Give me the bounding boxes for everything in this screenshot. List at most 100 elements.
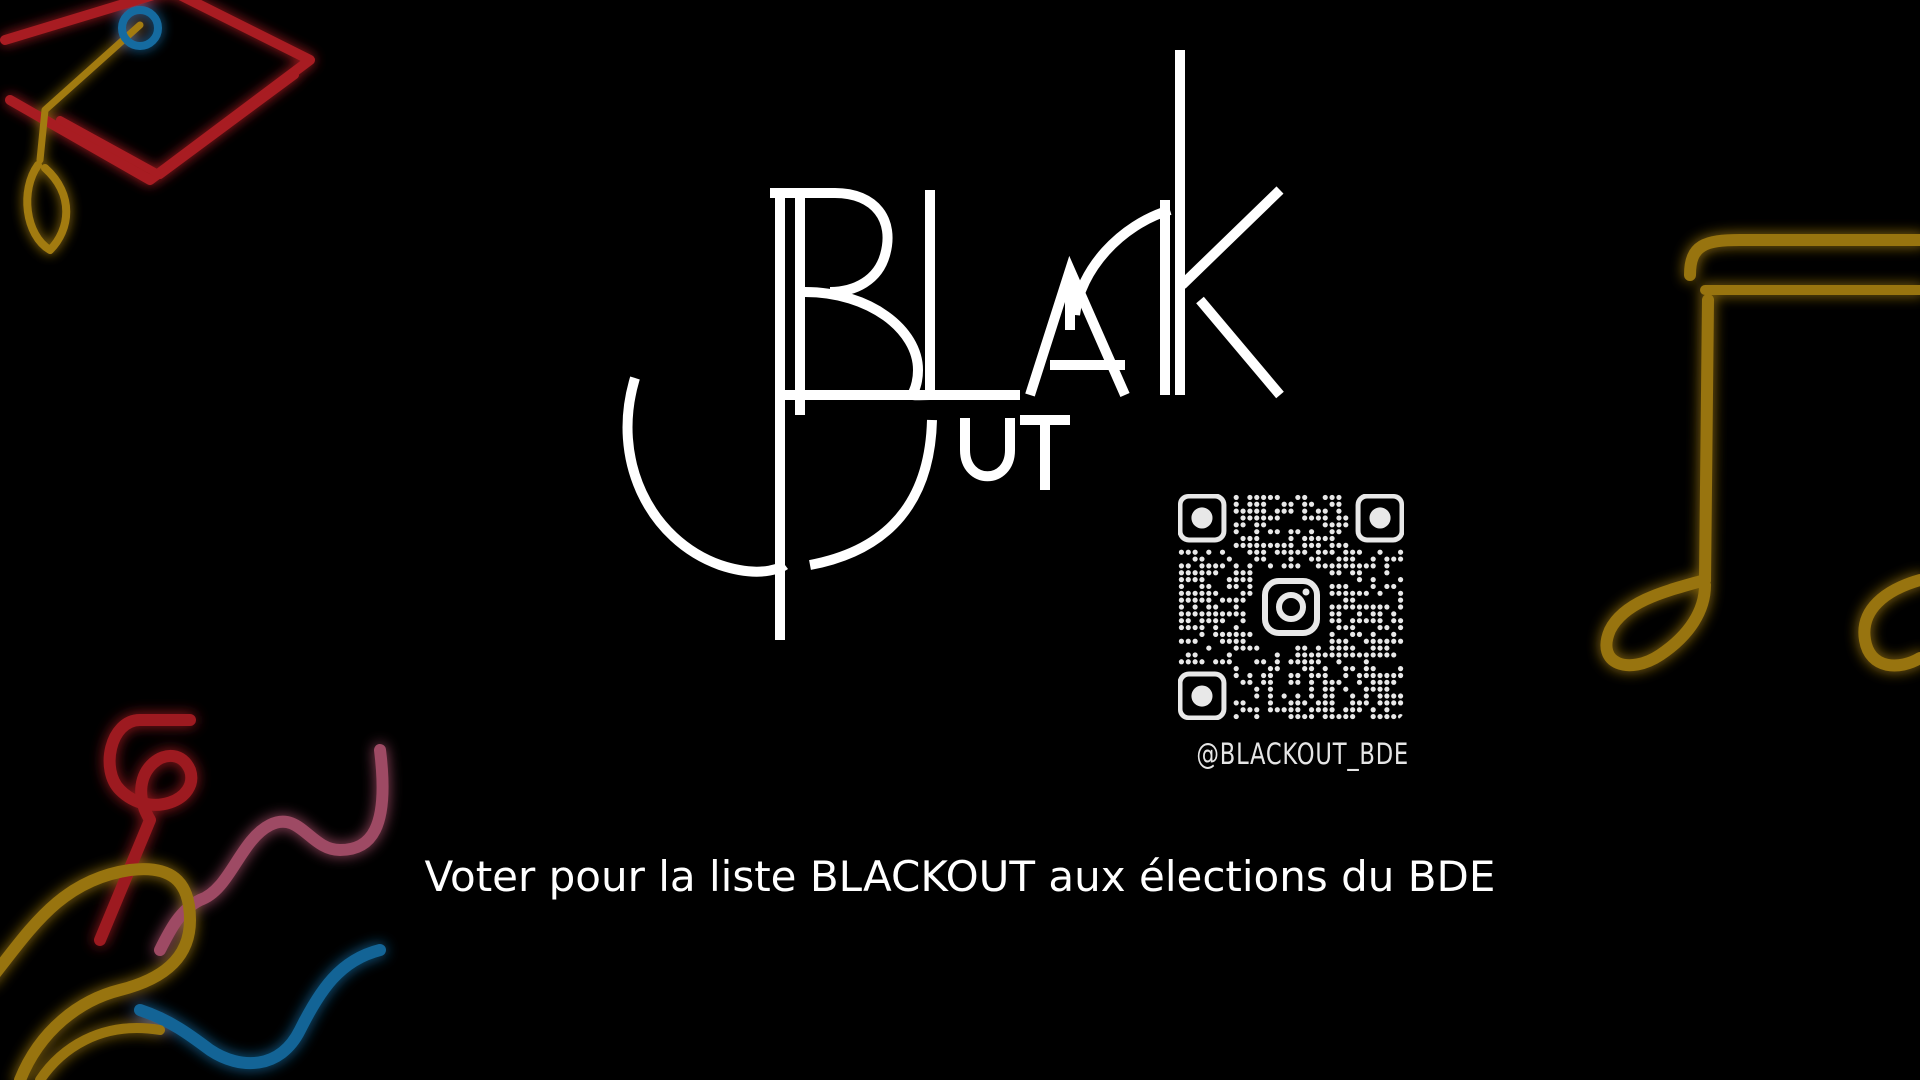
qr-module — [1206, 597, 1212, 603]
qr-module — [1370, 611, 1376, 617]
qr-module — [1302, 645, 1308, 651]
qr-module — [1336, 679, 1342, 685]
qr-module — [1233, 583, 1239, 590]
qr-module — [1343, 672, 1349, 679]
qr-module — [1397, 556, 1404, 562]
qr-module — [1322, 693, 1328, 699]
qr-module — [1247, 672, 1253, 679]
qr-module — [1336, 604, 1342, 610]
qr-module — [1295, 679, 1301, 685]
qr-module — [1308, 542, 1315, 548]
qr-module — [1384, 700, 1390, 706]
qr-module — [1329, 570, 1335, 576]
qr-module — [1247, 570, 1253, 576]
qr-module — [1185, 624, 1191, 631]
qr-module — [1281, 707, 1287, 713]
qr-module — [1206, 645, 1212, 651]
qr-module — [1356, 577, 1363, 583]
qr-module — [1397, 577, 1404, 583]
qr-module — [1350, 693, 1356, 699]
qr-module — [1329, 583, 1335, 590]
qr-module — [1233, 645, 1239, 651]
qr-module — [1336, 590, 1342, 596]
qr-module — [1219, 659, 1226, 665]
qr-module — [1213, 659, 1219, 665]
qr-module — [1226, 638, 1232, 644]
qr-module — [1384, 693, 1390, 699]
qr-module — [1295, 700, 1301, 706]
qr-module — [1302, 535, 1308, 542]
qr-module — [1384, 563, 1390, 569]
qr-module — [1226, 611, 1232, 617]
qr-module — [1336, 652, 1342, 658]
qr-module — [1267, 672, 1274, 679]
qr-module — [1267, 707, 1274, 713]
qr-finder-center — [1369, 507, 1391, 529]
qr-module — [1185, 563, 1191, 569]
qr-module — [1336, 508, 1342, 514]
qr-module — [1370, 672, 1376, 679]
qr-module — [1391, 652, 1397, 658]
qr-module — [1329, 713, 1335, 720]
qr-module — [1288, 508, 1294, 514]
qr-module — [1315, 515, 1321, 521]
qr-module — [1185, 590, 1191, 596]
qr-module — [1254, 515, 1260, 521]
qr-module — [1336, 618, 1342, 624]
qr-module — [1308, 515, 1315, 521]
qr-module — [1199, 597, 1205, 603]
qr-module — [1288, 659, 1294, 665]
qr-module — [1397, 666, 1404, 672]
qr-module — [1226, 659, 1232, 665]
qr-module — [1185, 597, 1191, 603]
qr-module — [1192, 611, 1198, 617]
qr-module — [1350, 707, 1356, 713]
qr-module — [1329, 700, 1335, 706]
qr-module — [1350, 666, 1356, 672]
qr-module — [1219, 631, 1226, 637]
qr-module — [1199, 570, 1205, 576]
qr-module — [1356, 590, 1363, 596]
qr-module — [1384, 604, 1390, 610]
qr-module — [1240, 638, 1246, 644]
qr-code[interactable] — [1178, 494, 1404, 720]
qr-module — [1356, 618, 1363, 624]
qr-module — [1219, 563, 1226, 569]
qr-module — [1240, 611, 1246, 617]
qr-module — [1267, 542, 1274, 548]
qr-module — [1199, 556, 1205, 562]
qr-module — [1254, 549, 1260, 555]
qr-module — [1247, 515, 1253, 521]
qr-module — [1336, 570, 1342, 576]
qr-module — [1350, 549, 1356, 555]
qr-module — [1261, 494, 1267, 501]
qr-module — [1329, 611, 1335, 617]
qr-module — [1295, 659, 1301, 665]
qr-module — [1274, 494, 1280, 501]
qr-module — [1397, 590, 1404, 596]
qr-module — [1308, 686, 1315, 692]
qr-module — [1397, 549, 1404, 555]
qr-module — [1377, 686, 1383, 692]
qr-module — [1397, 700, 1404, 706]
qr-module — [1363, 604, 1369, 610]
qr-module — [1178, 570, 1185, 576]
qr-module — [1322, 652, 1328, 658]
qr-module — [1185, 652, 1191, 658]
qr-module — [1274, 515, 1280, 521]
qr-module — [1343, 713, 1349, 720]
qr-module — [1308, 535, 1315, 542]
qr-module — [1192, 659, 1198, 665]
qr-module — [1391, 693, 1397, 699]
qr-module — [1322, 679, 1328, 685]
qr-module — [1233, 529, 1239, 535]
qr-module — [1254, 659, 1260, 665]
qr-module — [1350, 556, 1356, 562]
qr-module — [1281, 542, 1287, 548]
qr-module — [1178, 604, 1185, 610]
qr-module — [1192, 624, 1198, 631]
qr-module — [1267, 494, 1274, 501]
qr-module — [1295, 549, 1301, 555]
qr-module — [1267, 686, 1274, 692]
qr-module — [1329, 652, 1335, 658]
